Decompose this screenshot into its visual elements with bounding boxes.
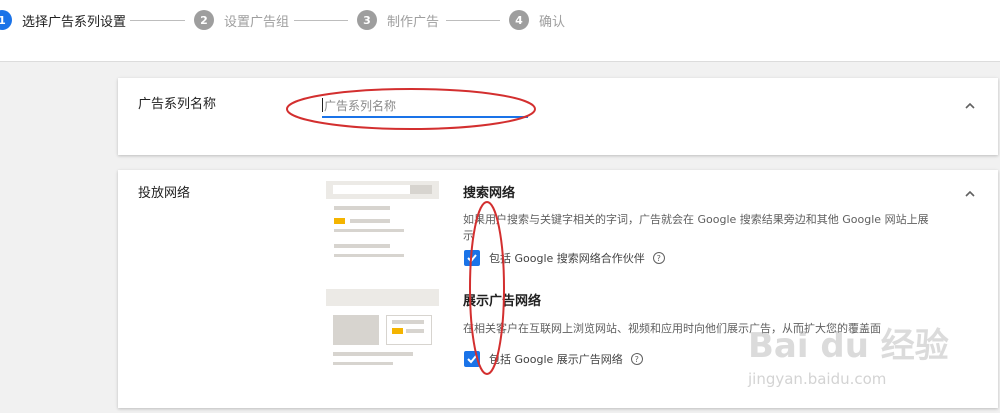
collapse-icon[interactable]: [964, 185, 976, 197]
collapse-icon[interactable]: [964, 97, 976, 109]
step-connector: [446, 20, 500, 21]
watermark-url: jingyan.baidu.com: [748, 370, 887, 388]
step-label: 选择广告系列设置: [22, 14, 127, 30]
search-network-illustration: [326, 181, 439, 271]
search-partners-option: 包括 Google 搜索网络合作伙伴 ?: [464, 250, 665, 266]
step-number: 3: [357, 10, 377, 30]
help-icon[interactable]: ?: [630, 353, 643, 365]
step-label: 制作广告: [387, 14, 440, 30]
campaign-name-input[interactable]: [322, 96, 528, 118]
text-cursor: [322, 98, 323, 112]
search-partners-checkbox[interactable]: [464, 250, 480, 266]
step-label: 设置广告组: [224, 14, 290, 30]
networks-title: 投放网络: [138, 186, 191, 201]
search-network-title: 搜索网络: [463, 186, 516, 201]
display-network-option: 包括 Google 展示广告网络 ?: [464, 351, 643, 367]
step-number: 2: [194, 10, 214, 30]
display-network-label: 包括 Google 展示广告网络: [489, 353, 623, 366]
help-icon[interactable]: ?: [652, 252, 665, 264]
step-1[interactable]: 1 选择广告系列设置: [0, 9, 126, 31]
step-connector: [294, 20, 348, 21]
display-network-illustration: [326, 289, 439, 380]
step-number: 4: [509, 10, 529, 30]
step-3[interactable]: 3 制作广告: [357, 9, 439, 31]
step-label: 确认: [539, 14, 566, 30]
display-network-checkbox[interactable]: [464, 351, 480, 367]
campaign-name-title: 广告系列名称: [138, 97, 217, 112]
step-4[interactable]: 4 确认: [509, 9, 565, 31]
step-2[interactable]: 2 设置广告组: [194, 9, 289, 31]
baidu-jingyan-watermark: Bai du 经验 jingyan.baidu.com: [748, 318, 988, 408]
search-partners-label: 包括 Google 搜索网络合作伙伴: [489, 252, 645, 265]
display-network-title: 展示广告网络: [463, 294, 542, 309]
watermark-logo: Bai du 经验: [748, 326, 949, 366]
step-connector: [130, 20, 185, 21]
progress-stepper: 1 选择广告系列设置 2 设置广告组 3 制作广告 4 确认: [0, 0, 1000, 62]
search-network-description: 如果用户搜索与关键字相关的字词，广告就会在 Google 搜索结果旁边和其他 G…: [463, 213, 929, 242]
campaign-name-card: 广告系列名称: [118, 78, 998, 155]
step-number: 1: [0, 10, 12, 30]
